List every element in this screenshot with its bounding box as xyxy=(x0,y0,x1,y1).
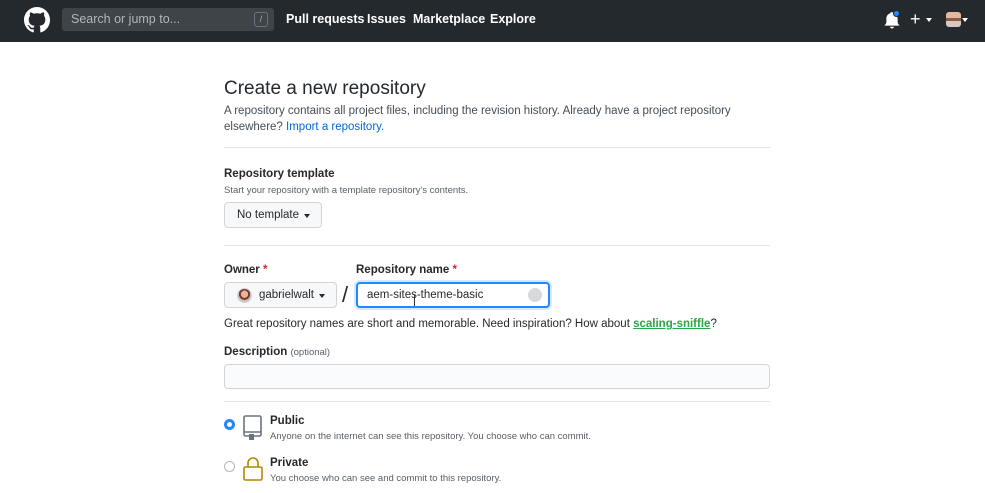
description-label: Description (optional) xyxy=(224,346,330,358)
template-label: Repository template xyxy=(224,168,335,180)
public-description: Anyone on the internet can see this repo… xyxy=(270,431,591,442)
nav-explore[interactable]: Explore xyxy=(490,12,536,26)
search-placeholder: Search or jump to... xyxy=(71,12,181,26)
private-title: Private xyxy=(270,457,309,469)
owner-select-button[interactable]: gabrielwalt xyxy=(224,282,337,308)
description-input[interactable] xyxy=(224,364,770,389)
repository-name-value: aem-sites-theme-basic xyxy=(367,289,484,301)
lock-icon xyxy=(243,457,263,481)
template-select-button[interactable]: No template xyxy=(224,202,322,228)
search-input[interactable]: Search or jump to... / xyxy=(62,8,274,31)
text-cursor-icon xyxy=(414,295,418,306)
repository-name-input[interactable]: aem-sites-theme-basic xyxy=(356,282,550,308)
owner-repo-separator: / xyxy=(342,282,349,307)
private-description: You choose who can see and commit to thi… xyxy=(270,473,502,484)
import-repository-link[interactable]: Import a repository. xyxy=(286,121,384,133)
owner-label-text: Owner xyxy=(224,264,260,276)
user-avatar[interactable] xyxy=(946,12,961,27)
optional-tag: (optional) xyxy=(290,347,331,358)
public-radio[interactable] xyxy=(224,419,235,430)
notification-indicator-dot xyxy=(893,10,900,17)
page-subtitle: A repository contains all project files,… xyxy=(224,103,754,135)
search-shortcut-key: / xyxy=(254,12,268,27)
create-new-plus-icon[interactable]: + xyxy=(910,9,921,29)
name-hint: Great repository names are short and mem… xyxy=(224,318,717,330)
autofill-extension-icon[interactable] xyxy=(528,288,542,302)
create-dropdown-caret-icon[interactable] xyxy=(926,18,932,22)
divider xyxy=(224,147,770,148)
owner-name: gabrielwalt xyxy=(259,289,314,301)
github-logo-icon[interactable] xyxy=(24,7,50,33)
repo-icon xyxy=(243,415,262,440)
chevron-down-icon xyxy=(304,214,310,218)
repo-name-label: Repository name * xyxy=(356,264,457,276)
page-title: Create a new repository xyxy=(224,78,426,99)
description-label-text: Description xyxy=(224,346,288,358)
template-note: Start your repository with a template re… xyxy=(224,185,469,196)
nav-pull-requests[interactable]: Pull requests xyxy=(286,12,365,26)
user-menu-caret-icon[interactable] xyxy=(962,18,968,22)
required-mark: * xyxy=(263,264,268,276)
template-button-label: No template xyxy=(237,209,300,221)
public-title: Public xyxy=(270,415,305,427)
private-radio[interactable] xyxy=(224,461,235,472)
hint-text: Great repository names are short and mem… xyxy=(224,318,630,330)
nav-issues[interactable]: Issues xyxy=(367,12,406,26)
owner-label: Owner * xyxy=(224,264,267,276)
owner-avatar xyxy=(237,288,252,303)
divider xyxy=(224,401,770,402)
divider xyxy=(224,245,770,246)
repo-name-label-text: Repository name xyxy=(356,264,450,276)
required-mark: * xyxy=(452,264,457,276)
top-header: Search or jump to... / Pull requests Iss… xyxy=(0,0,985,42)
nav-marketplace[interactable]: Marketplace xyxy=(413,12,485,26)
chevron-down-icon xyxy=(319,294,325,298)
hint-end: ? xyxy=(710,318,717,330)
name-suggestion-link[interactable]: scaling-sniffle xyxy=(633,318,710,330)
